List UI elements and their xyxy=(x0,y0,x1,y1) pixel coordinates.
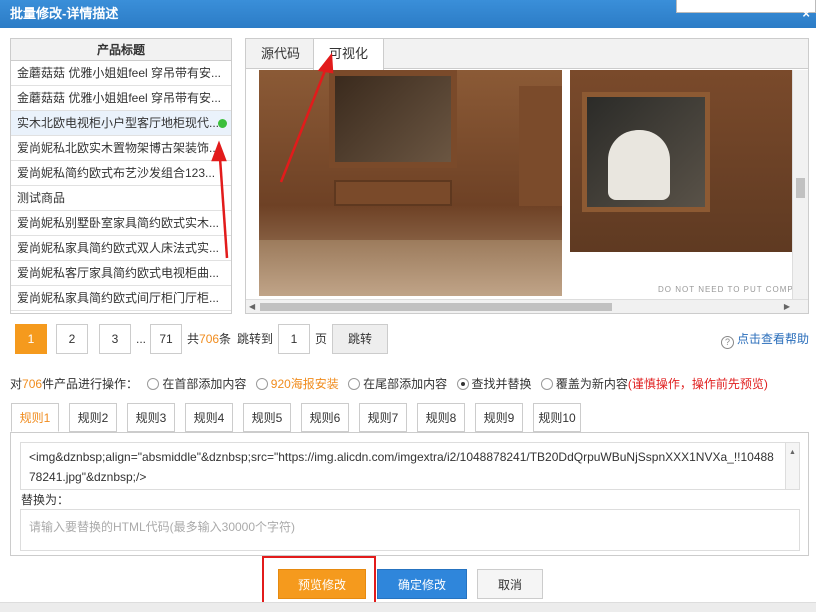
page-button[interactable]: 3 xyxy=(99,324,131,354)
preview-body: DO NOT NEED TO PUT COMP ◀ ▶ xyxy=(246,70,808,313)
cabinet-glass-door xyxy=(329,70,457,168)
pager-ellipsis: ... xyxy=(136,332,147,346)
status-dot-icon xyxy=(218,119,227,128)
preview-tabs: 源代码 可视化 xyxy=(246,39,808,70)
tab-rule-8[interactable]: 规则8 xyxy=(417,403,465,432)
product-item[interactable]: 爱尚妮私北欧实木置物架博古架装饰... xyxy=(11,136,231,161)
product-item[interactable]: 爱尚妮私家具简约欧式间厅柜门厅柜... xyxy=(11,286,231,311)
product-item[interactable]: 爱尚妮私简约欧式布艺沙发组合123... xyxy=(11,161,231,186)
floor xyxy=(259,240,562,296)
cancel-button[interactable]: 取消 xyxy=(477,569,543,599)
batch-edit-dialog: 批量修改-详情描述 × 产品标题 金蘑菇菇 优雅小姐姐feel 穿吊带有安...… xyxy=(0,0,816,612)
replace-code-textarea[interactable]: 请输入要替换的HTML代码(最多输入30000个字符) xyxy=(20,509,800,551)
tab-rule-10[interactable]: 规则10 xyxy=(533,403,581,432)
goto-label: 跳转到 xyxy=(237,332,274,346)
vertical-scrollbar[interactable] xyxy=(792,70,808,299)
tab-rule-7[interactable]: 规则7 xyxy=(359,403,407,432)
product-item-selected[interactable]: 实木北欧电视柜小户型客厅地柜现代... xyxy=(11,111,231,136)
tab-rule-3[interactable]: 规则3 xyxy=(127,403,175,432)
product-list-header: 产品标题 xyxy=(11,39,231,61)
tab-source-code[interactable]: 源代码 xyxy=(246,39,315,69)
product-item[interactable]: 金蘑菇菇 优雅小姐姐feel 穿吊带有安... xyxy=(11,61,231,86)
radio-icon[interactable] xyxy=(147,378,160,390)
product-title: 爱尚妮私家具简约欧式间厅柜门厅柜... xyxy=(17,291,220,305)
product-image-cabinet xyxy=(259,70,562,296)
radio-poster-install[interactable]: 920海报安装 xyxy=(250,377,339,391)
product-title: 测试商品 xyxy=(17,191,66,205)
product-title: 爱尚妮私家具简约欧式双人床法式实... xyxy=(17,241,220,255)
product-title: 爱尚妮私别墅卧室家具简约欧式实木... xyxy=(17,216,220,230)
product-item[interactable]: 爱尚妮私别墅卧室家具简约欧式实木... xyxy=(11,211,231,236)
horizontal-scrollbar[interactable]: ◀ ▶ xyxy=(246,299,808,313)
product-title: 实木北欧电视柜小户型客厅地柜现代... xyxy=(17,116,220,130)
cabinet-side xyxy=(519,86,562,206)
product-item[interactable]: 金蘑菇菇 优雅小姐姐feel 穿吊带有安... xyxy=(11,86,231,111)
dialog-content: 产品标题 金蘑菇菇 优雅小姐姐feel 穿吊带有安... 金蘑菇菇 优雅小姐姐f… xyxy=(0,28,816,612)
tab-rule-1[interactable]: 规则1 xyxy=(11,403,59,432)
dialog-title: 批量修改-详情描述 xyxy=(10,6,119,21)
scroll-thumb[interactable] xyxy=(796,178,805,198)
radio-checked-icon[interactable] xyxy=(456,378,469,390)
confirm-changes-button[interactable]: 确定修改 xyxy=(377,569,467,599)
page-button[interactable]: 1 xyxy=(15,324,47,354)
help-link[interactable]: ? 点击查看帮助 xyxy=(721,330,809,349)
radio-icon[interactable] xyxy=(348,378,361,390)
pagination: 1 2 3 ... 71 共706条 跳转到 1 页 跳转 xyxy=(15,324,415,354)
scroll-thumb[interactable] xyxy=(260,303,612,311)
preview-panel: 源代码 可视化 DO NOT NEED TO PUT COMP ◀ ▶ xyxy=(245,38,809,314)
background-strip xyxy=(0,602,816,612)
operation-options: 对706件产品进行操作： 在首部添加内容 920海报安装 在尾部添加内容 查找并… xyxy=(10,377,768,391)
radio-add-head[interactable]: 在首部添加内容 xyxy=(141,377,246,391)
product-image-cabinet-detail xyxy=(570,70,794,252)
cabinet-drawer xyxy=(334,180,452,206)
tab-rule-2[interactable]: 规则2 xyxy=(69,403,117,432)
overwrite-warning: (谨慎操作，操作前先预览) xyxy=(627,377,768,391)
preview-changes-button[interactable]: 预览修改 xyxy=(278,569,366,599)
product-title: 爱尚妮私客厅家具简约欧式电视柜曲... xyxy=(17,266,220,280)
image-watermark: DO NOT NEED TO PUT COMP xyxy=(658,285,794,294)
product-item[interactable]: 爱尚妮私家具简约欧式双人床法式实... xyxy=(11,236,231,261)
tab-rule-9[interactable]: 规则9 xyxy=(475,403,523,432)
radio-icon[interactable] xyxy=(540,378,553,390)
tab-rule-5[interactable]: 规则5 xyxy=(243,403,291,432)
find-code-textarea[interactable]: <img&dznbsp;align="absmiddle"&dznbsp;src… xyxy=(20,442,800,490)
radio-find-replace[interactable]: 查找并替换 xyxy=(451,377,532,391)
decorative-jar xyxy=(608,130,670,200)
rule-panel: <img&dznbsp;align="absmiddle"&dznbsp;src… xyxy=(10,432,809,556)
radio-overwrite[interactable]: 覆盖为新内容 xyxy=(535,377,628,391)
tab-rule-4[interactable]: 规则4 xyxy=(185,403,233,432)
goto-page-input[interactable]: 1 xyxy=(278,324,310,354)
radio-add-tail[interactable]: 在尾部添加内容 xyxy=(342,377,447,391)
overlay-popup-box xyxy=(676,0,816,13)
help-icon: ? xyxy=(721,336,734,349)
product-title: 爱尚妮私简约欧式布艺沙发组合123... xyxy=(17,166,216,180)
goto-button[interactable]: 跳转 xyxy=(332,324,388,354)
rule-tabs: 规则1 规则2 规则3 规则4 规则5 规则6 规则7 规则8 规则9 规则10 xyxy=(11,403,811,433)
replace-label: 替换为： xyxy=(21,493,70,507)
product-item[interactable]: 爱尚妮私客厅家具简约欧式电视柜曲... xyxy=(11,261,231,286)
product-item[interactable]: 测试商品 xyxy=(11,186,231,211)
tab-rule-6[interactable]: 规则6 xyxy=(301,403,349,432)
radio-icon[interactable] xyxy=(255,378,268,390)
product-list-panel: 产品标题 金蘑菇菇 优雅小姐姐feel 穿吊带有安... 金蘑菇菇 优雅小姐姐f… xyxy=(10,38,232,314)
textarea-scrollbar[interactable]: ▲▼ xyxy=(785,443,799,489)
product-title: 金蘑菇菇 优雅小姐姐feel 穿吊带有安... xyxy=(17,91,222,105)
tab-visual[interactable]: 可视化 xyxy=(313,39,385,70)
page-button[interactable]: 2 xyxy=(56,324,88,354)
close-icon[interactable]: × xyxy=(802,6,810,21)
scroll-left-icon[interactable]: ◀ xyxy=(249,302,255,311)
scroll-right-icon[interactable]: ▶ xyxy=(784,302,790,311)
pager-total: 共706条 xyxy=(187,332,232,346)
product-title: 爱尚妮私北欧实木置物架博古架装饰... xyxy=(17,141,220,155)
page-unit: 页 xyxy=(315,332,328,346)
product-title: 金蘑菇菇 优雅小姐姐feel 穿吊带有安... xyxy=(17,66,222,80)
page-button-last[interactable]: 71 xyxy=(150,324,182,354)
